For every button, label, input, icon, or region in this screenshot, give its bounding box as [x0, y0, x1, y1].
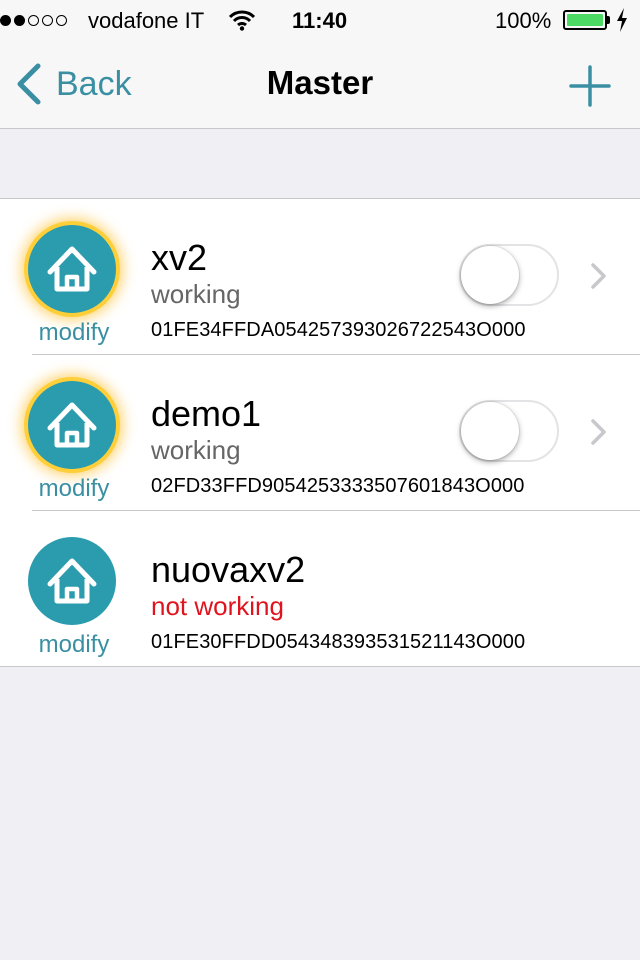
plus-icon: [569, 65, 611, 107]
device-serial: 01FE34FFDA054257393026722543O000: [151, 319, 526, 341]
modify-link[interactable]: modify: [22, 319, 126, 347]
toggle-knob: [461, 402, 519, 460]
device-serial: 02FD33FFD9054253333507601843O000: [151, 475, 525, 497]
device-name: demo1: [151, 393, 262, 434]
charging-bolt-icon: [616, 8, 628, 38]
battery-cap: [607, 16, 610, 24]
chevron-right-icon[interactable]: [590, 262, 608, 290]
page-title: Master: [266, 64, 374, 101]
battery-icon: [563, 10, 607, 30]
device-status: not working: [151, 591, 284, 621]
modify-link[interactable]: modify: [22, 631, 126, 659]
device-toggle-switch[interactable]: [459, 400, 559, 462]
battery-percentage: 100%: [495, 8, 552, 33]
device-row[interactable]: modify xv2 working 01FE34FFDA05425739302…: [0, 199, 640, 354]
clock: 11:40: [292, 8, 348, 33]
device-avatar-button[interactable]: [28, 537, 116, 625]
device-status: working: [151, 279, 241, 309]
toggle-knob: [461, 246, 519, 304]
device-name: nuovaxv2: [151, 549, 306, 590]
device-status: working: [151, 435, 241, 465]
chevron-right-icon[interactable]: [590, 418, 608, 446]
device-avatar-button[interactable]: [28, 225, 116, 313]
home-icon: [47, 246, 97, 292]
device-row[interactable]: modify demo1 working 02FD33FFD9054253333…: [28, 354, 640, 510]
device-row[interactable]: modify nuovaxv2 not working 01FE30FFDD05…: [28, 510, 640, 666]
signal-strength-icon: [0, 9, 70, 31]
add-button[interactable]: [568, 64, 612, 108]
status-bar: vodafone IT 11:40 100%: [0, 0, 640, 40]
wifi-icon: [228, 9, 256, 37]
device-avatar-button[interactable]: [28, 381, 116, 469]
device-name: xv2: [151, 237, 208, 278]
navigation-bar: Back Master: [0, 40, 640, 129]
device-toggle-switch[interactable]: [459, 244, 559, 306]
carrier-name: vodafone IT: [88, 8, 205, 33]
modify-link[interactable]: modify: [22, 475, 126, 503]
home-icon: [47, 558, 97, 604]
device-serial: 01FE30FFDD054348393531521143O000: [151, 631, 526, 653]
device-list: modify xv2 working 01FE34FFDA05425739302…: [0, 198, 640, 667]
home-icon: [47, 402, 97, 448]
